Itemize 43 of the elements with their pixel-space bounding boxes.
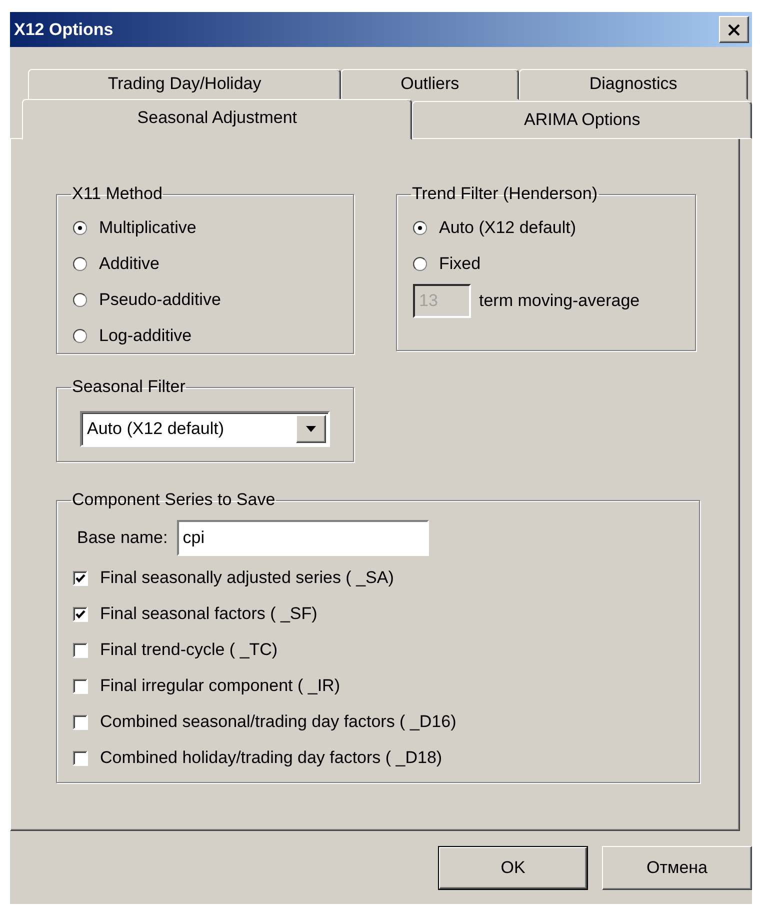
tab[interactable]: ARIMA Options bbox=[412, 101, 752, 139]
radio-label: Pseudo-additive bbox=[99, 290, 221, 310]
checkbox-label: Combined seasonal/trading day factors ( _D16) bbox=[100, 712, 456, 732]
checkbox-label: Final seasonal factors ( _SF) bbox=[100, 604, 318, 624]
checkbox-label: Final seasonally adjusted series ( _SA) bbox=[100, 568, 394, 588]
checkbox[interactable] bbox=[73, 678, 88, 694]
tab[interactable]: Outliers bbox=[341, 69, 519, 100]
radio-button[interactable] bbox=[73, 293, 87, 307]
tab[interactable]: Seasonal Adjustment bbox=[22, 99, 412, 140]
radio-button[interactable] bbox=[413, 221, 427, 235]
window-title: X12 Options bbox=[14, 20, 114, 40]
radio-button[interactable] bbox=[73, 329, 87, 343]
tab[interactable]: Diagnostics bbox=[518, 69, 748, 100]
dropdown-arrow-icon bbox=[306, 426, 316, 432]
checkbox[interactable] bbox=[73, 606, 88, 622]
group-title: X11 Method bbox=[71, 184, 164, 204]
term-label: term moving-average bbox=[479, 291, 640, 311]
group-title: Seasonal Filter bbox=[71, 377, 186, 397]
radio-button[interactable] bbox=[73, 257, 87, 271]
group-title: Component Series to Save bbox=[71, 490, 276, 510]
base-name-field[interactable]: cpi bbox=[176, 520, 429, 556]
close-button[interactable] bbox=[719, 16, 749, 43]
checkbox[interactable] bbox=[73, 750, 88, 766]
checkbox[interactable] bbox=[73, 714, 88, 730]
tab[interactable]: Trading Day/Holiday bbox=[28, 69, 342, 100]
radio-label: Fixed bbox=[439, 254, 481, 274]
checkbox-label: Combined holiday/trading day factors ( _D18) bbox=[100, 748, 442, 768]
checkbox-label: Final irregular component ( _IR) bbox=[100, 676, 340, 696]
dialog-button[interactable]: OK bbox=[438, 846, 588, 890]
checkbox-label: Final trend-cycle ( _TC) bbox=[100, 640, 278, 660]
dialog-button[interactable]: Отмена bbox=[602, 846, 752, 890]
radio-label: Log-additive bbox=[99, 326, 192, 346]
radio-label: Auto (X12 default) bbox=[439, 218, 576, 238]
radio-button[interactable] bbox=[413, 257, 427, 271]
base-name-label: Base name: bbox=[77, 528, 168, 548]
dropdown[interactable]: Auto (X12 default) bbox=[80, 411, 330, 447]
close-icon bbox=[727, 24, 741, 36]
group-title: Trend Filter (Henderson) bbox=[411, 184, 598, 204]
radio-button[interactable] bbox=[73, 221, 87, 235]
checkbox[interactable] bbox=[73, 570, 88, 586]
checkbox[interactable] bbox=[73, 642, 88, 658]
radio-label: Additive bbox=[99, 254, 160, 274]
radio-label: Multiplicative bbox=[99, 218, 196, 238]
